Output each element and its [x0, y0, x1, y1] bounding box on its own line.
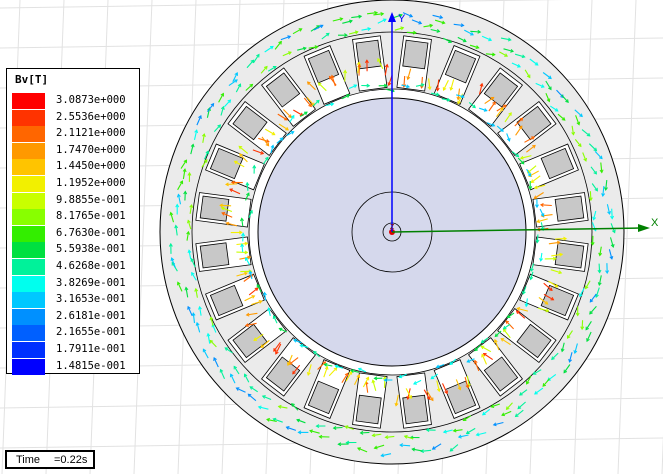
- legend-row: 2.6181e-001: [12, 308, 138, 325]
- legend-row: 6.7630e-001: [12, 225, 138, 242]
- x-axis-arrowhead: [638, 224, 650, 232]
- legend-swatch: [12, 242, 45, 259]
- legend-value: 9.8855e-001: [56, 193, 126, 206]
- legend-swatch: [12, 159, 45, 176]
- legend-value: 8.1765e-001: [56, 210, 126, 223]
- legend-value: 3.8269e-001: [56, 276, 126, 289]
- legend-row: 2.5536e+000: [12, 109, 138, 126]
- legend-value: 3.0873e+000: [56, 94, 126, 106]
- legend-swatch: [12, 259, 45, 275]
- flux-vector: [220, 204, 232, 207]
- legend-swatch: [12, 142, 45, 159]
- flux-vector: [555, 238, 567, 240]
- legend-value: 2.1121e+000: [56, 127, 126, 140]
- color-legend[interactable]: Bv[T] 3.0873e+000 2.5536e+000 2.1121e+000 1…: [6, 68, 140, 375]
- grid-line: [0, 0, 564, 9]
- legend-row: 1.1952e+000: [12, 176, 138, 192]
- legend-row: 1.4450e+000: [12, 159, 138, 176]
- legend-row: 3.1653e-001: [12, 292, 138, 309]
- legend-row: 8.1765e-001: [12, 209, 138, 226]
- time-label: Time: [16, 454, 41, 466]
- legend-swatch: [12, 109, 45, 126]
- legend-swatch: [12, 209, 45, 226]
- legend-row: 2.1121e+000: [12, 126, 138, 143]
- legend-title: Bv[T]: [15, 73, 49, 86]
- legend-swatch: [12, 225, 45, 242]
- legend-value: 3.1653e-001: [56, 293, 126, 306]
- legend-value: 1.4450e+000: [56, 160, 126, 173]
- legend-row: 2.1655e-001: [12, 325, 138, 342]
- z-axis-label: Z: [390, 224, 395, 231]
- time-indicator: Time =0.22s: [5, 450, 95, 469]
- magnet-block: [554, 195, 585, 222]
- legend-value: 1.4815e-001: [56, 359, 126, 372]
- magnet-block: [554, 242, 585, 269]
- legend-swatch: [12, 192, 45, 209]
- legend-swatch: [12, 176, 45, 192]
- legend-swatch: [12, 126, 45, 143]
- x-axis-label: X: [651, 217, 659, 229]
- magnet-block: [355, 394, 382, 425]
- legend-swatch: [12, 325, 45, 342]
- legend-swatch: [12, 342, 45, 358]
- magnet-block: [402, 39, 429, 70]
- legend-swatch: [12, 358, 45, 375]
- legend-value: 2.1655e-001: [56, 326, 126, 339]
- legend-row: 1.7470e+000: [12, 142, 138, 159]
- legend-row: 1.4815e-001: [12, 358, 138, 375]
- magnet-block: [402, 394, 429, 425]
- legend-value: 6.7630e-001: [56, 226, 126, 239]
- legend-value: 2.6181e-001: [56, 309, 126, 322]
- legend-swatch: [12, 308, 45, 325]
- legend-row: 5.5938e-001: [12, 242, 138, 259]
- legend-value: 4.6268e-001: [56, 260, 126, 272]
- legend-row: 3.0873e+000: [12, 93, 138, 109]
- legend-swatch: [12, 93, 45, 109]
- legend-swatch: [12, 292, 45, 309]
- legend-row: 1.7911e-001: [12, 342, 138, 358]
- magnet-block: [199, 242, 230, 269]
- legend-swatch: [12, 275, 45, 292]
- legend-row: 3.8269e-001: [12, 275, 138, 292]
- y-axis-label: Y: [398, 13, 406, 25]
- legend-row: 4.6268e-001: [12, 259, 138, 275]
- time-value: =0.22s: [54, 454, 88, 466]
- legend-value: 1.7911e-001: [56, 343, 126, 355]
- flux-vector: [344, 70, 346, 82]
- legend-value: 5.5938e-001: [56, 243, 126, 256]
- flux-vector: [358, 64, 361, 76]
- legend-value: 2.5536e+000: [56, 110, 126, 123]
- legend-value: 1.7470e+000: [56, 143, 126, 156]
- legend-value: 1.1952e+000: [56, 177, 126, 189]
- flux-vector: [540, 204, 552, 207]
- legend-row: 9.8855e-001: [12, 192, 138, 209]
